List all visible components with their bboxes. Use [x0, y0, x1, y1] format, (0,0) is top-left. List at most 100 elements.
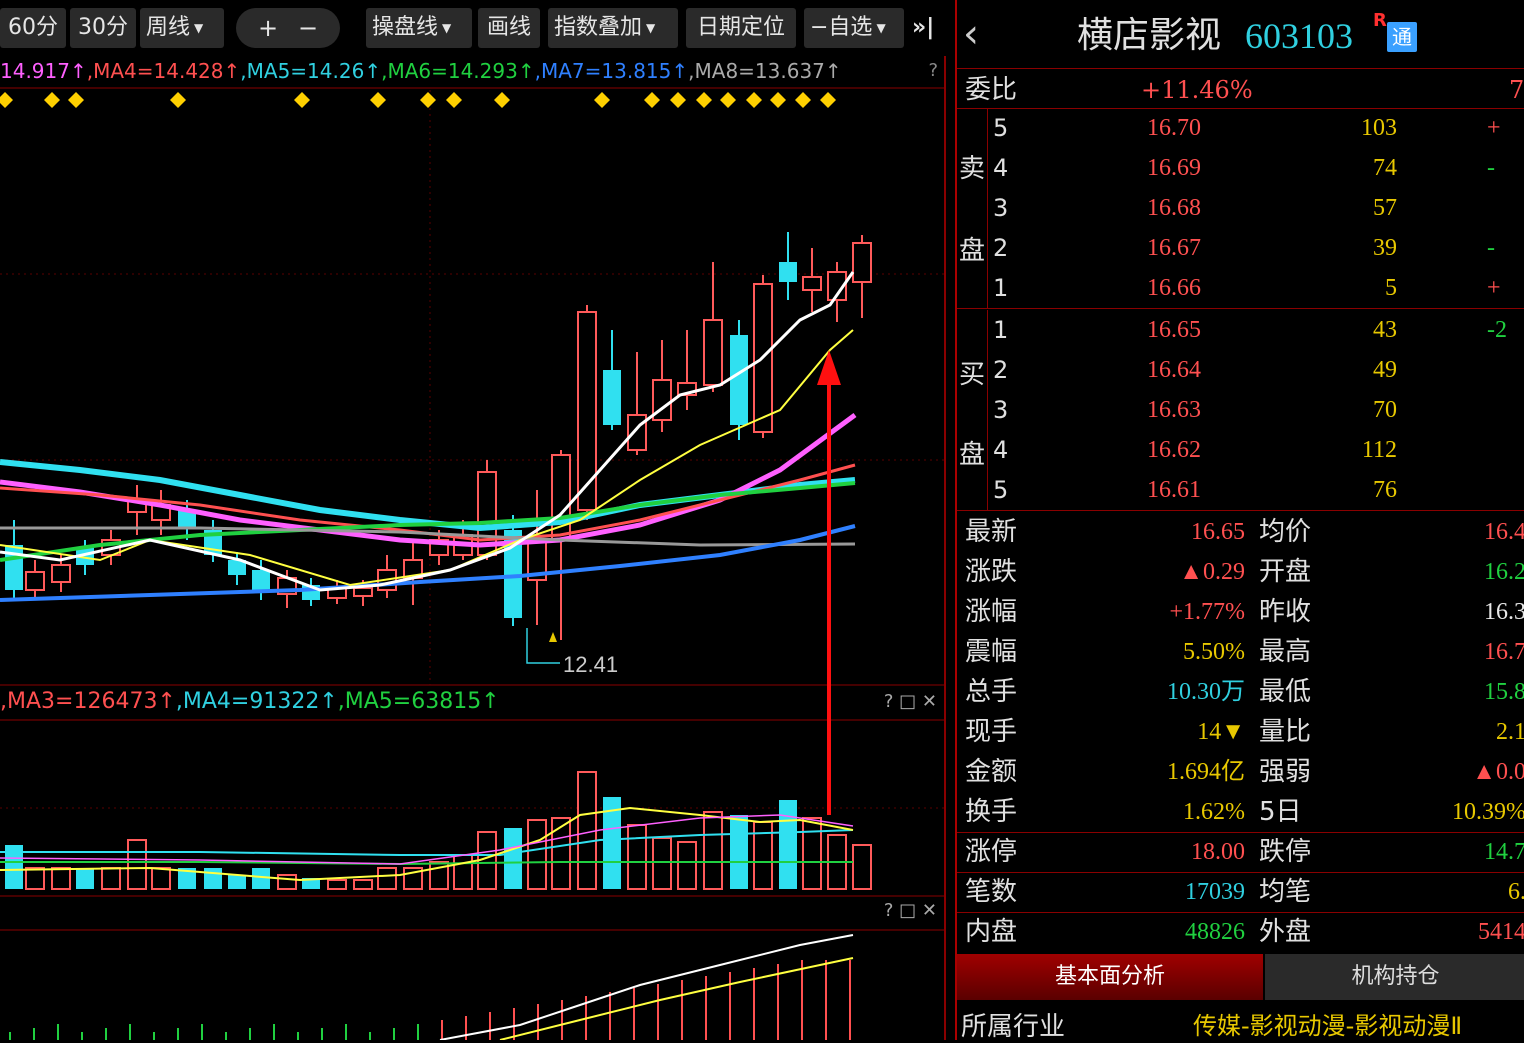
- buy-level-3[interactable]: 3 16.63 70: [957, 390, 1524, 430]
- watchlist-dropdown[interactable]: −自选 ▼: [804, 8, 904, 48]
- stat-label: 均价: [1259, 517, 1312, 547]
- date-locate-button[interactable]: 日期定位: [686, 8, 796, 48]
- ma7-value: MA7=13.815↑: [540, 59, 689, 83]
- zoom-in-button[interactable]: +: [258, 8, 278, 48]
- stat-row: 总手 10.30万 最低 15.8: [957, 672, 1524, 712]
- stat-row: 涨幅 +1.77% 昨收 16.3: [957, 592, 1524, 632]
- volume-bar: [527, 819, 547, 890]
- stat-label: 跌停: [1259, 837, 1312, 867]
- stat-label: 涨停: [965, 837, 1018, 867]
- r-badge: R: [1373, 10, 1387, 31]
- level-change: -: [1487, 155, 1495, 181]
- stat-row: 金额 1.694亿 强弱 ▲0.0: [957, 752, 1524, 792]
- level-number: 5: [993, 114, 1009, 142]
- order-ratio-value: +11.46%: [1141, 76, 1253, 104]
- stat-label: 最新: [965, 517, 1018, 547]
- stat-label: 内盘: [965, 917, 1018, 947]
- zoom-out-button[interactable]: −: [298, 8, 318, 48]
- ma-line: [0, 329, 854, 587]
- index-overlay-dropdown[interactable]: 指数叠加 ▼: [548, 8, 678, 48]
- annotation-arrowhead: [817, 350, 841, 385]
- stat-value: 10.39%: [1452, 799, 1524, 825]
- volume-panel-controls[interactable]: ? □ ✕: [884, 688, 937, 716]
- buy-level-1[interactable]: 1 16.65 43 -2: [957, 310, 1524, 350]
- industry-label: 所属行业: [961, 1012, 1066, 1042]
- candle: [652, 340, 672, 432]
- volume-bar: [802, 817, 822, 890]
- stat-label: 涨幅: [965, 597, 1018, 627]
- ma-line: [0, 524, 856, 602]
- candle: [504, 515, 522, 626]
- lower-panel-controls[interactable]: ? □ ✕: [884, 900, 937, 921]
- volume-bar: [327, 879, 347, 890]
- ma8-value: MA8=13.637↑: [694, 59, 842, 83]
- stat-row: 震幅 5.50% 最高 16.7: [957, 632, 1524, 672]
- signal-marker: [670, 92, 686, 108]
- level-change: -2: [1487, 317, 1507, 343]
- signal-marker: [820, 92, 836, 108]
- sell-level-4[interactable]: 4 16.69 74 -: [957, 148, 1524, 188]
- industry-value: 传媒-影视动漫-影视动漫Ⅱ: [1193, 1012, 1463, 1040]
- buy-level-2[interactable]: 2 16.64 49: [957, 350, 1524, 390]
- buy-level-4[interactable]: 4 16.62 112: [957, 430, 1524, 470]
- period-weekly-dropdown[interactable]: 周线 ▼: [140, 8, 224, 48]
- vol-ma3-value: ,MA3=126473↑: [0, 689, 176, 714]
- level-volume: 76: [1373, 477, 1397, 503]
- signal-marker: [0, 92, 13, 108]
- sell-level-3[interactable]: 3 16.68 57: [957, 188, 1524, 228]
- candle: [852, 235, 872, 318]
- signal-marker: [294, 92, 310, 108]
- stat-value: 5414: [1478, 919, 1524, 945]
- level-number: 2: [993, 356, 1009, 384]
- sell-level-5[interactable]: 5 16.70 103 +: [957, 108, 1524, 148]
- level-change: -: [1487, 235, 1495, 261]
- vol-ma4-value: ,MA4=91322↑: [175, 689, 338, 714]
- tab-fundamental[interactable]: 基本面分析: [957, 954, 1263, 1000]
- kline-chart[interactable]: 12.41: [0, 0, 948, 1040]
- stock-connect-badge: 通: [1387, 22, 1417, 52]
- level-volume: 70: [1373, 397, 1397, 423]
- stock-code: 603103: [1245, 16, 1353, 56]
- stat-value: 18.00: [1191, 839, 1245, 865]
- level-number: 4: [993, 154, 1009, 182]
- signal-marker: [746, 92, 762, 108]
- chart-toolbar: 60分 30分 周线 ▼ + − 操盘线 ▼ 画线 指数叠加 ▼ 日期定位 −自选 ▼ …: [0, 0, 948, 56]
- stat-value: 1.62%: [1183, 799, 1245, 825]
- period-60min-button[interactable]: 60分: [0, 8, 66, 48]
- sell-level-2[interactable]: 2 16.67 39 -: [957, 228, 1524, 268]
- stat-label: 总手: [965, 677, 1018, 707]
- candle: [403, 540, 423, 605]
- stat-value: 17039: [1185, 879, 1245, 905]
- quote-panel: ‹ 横店影视 603103 R 通 委比 +11.46% 7 卖 盘 5 16.7…: [955, 0, 1524, 1042]
- ma5-value: MA5=14.26↑: [246, 59, 382, 83]
- stat-value: ▲0.0: [1472, 759, 1524, 785]
- level-volume: 57: [1373, 195, 1397, 221]
- trade-line-dropdown[interactable]: 操盘线 ▼: [366, 8, 472, 48]
- candle: [827, 262, 847, 322]
- draw-line-button[interactable]: 画线: [478, 8, 540, 48]
- indicator-line: [499, 957, 854, 1040]
- signal-marker: [170, 92, 186, 108]
- buy-level-5[interactable]: 5 16.61 76: [957, 470, 1524, 510]
- level-price: 16.67: [1147, 235, 1201, 261]
- candle: [627, 352, 647, 455]
- level-price: 16.61: [1147, 477, 1201, 503]
- level-number: 3: [993, 396, 1009, 424]
- level-price: 16.64: [1147, 357, 1201, 383]
- help-icon[interactable]: ?: [928, 57, 938, 85]
- stat-label: 最高: [1259, 637, 1312, 667]
- volume-bar: [51, 867, 71, 890]
- period-30min-button[interactable]: 30分: [70, 8, 136, 48]
- sell-level-1[interactable]: 1 16.66 5 +: [957, 268, 1524, 308]
- stat-label: 量比: [1259, 717, 1312, 747]
- stat-row: 涨停 18.00 跌停 14.7: [957, 832, 1524, 872]
- chevron-down-icon: ▼: [646, 21, 656, 35]
- volume-bar: [228, 875, 246, 889]
- volume-bar: [677, 841, 697, 890]
- volume-bar: [76, 868, 94, 889]
- tab-institution[interactable]: 机构持仓: [1265, 954, 1524, 1000]
- last-page-icon[interactable]: »|: [910, 8, 944, 48]
- back-arrow-icon[interactable]: ‹: [963, 10, 979, 58]
- quote-stats: 最新 16.65 均价 16.4 涨跌 ▲0.29 开盘 16.2 涨幅 +1.77% 昨收 16.3…: [957, 512, 1524, 952]
- volume-bar: [353, 879, 373, 890]
